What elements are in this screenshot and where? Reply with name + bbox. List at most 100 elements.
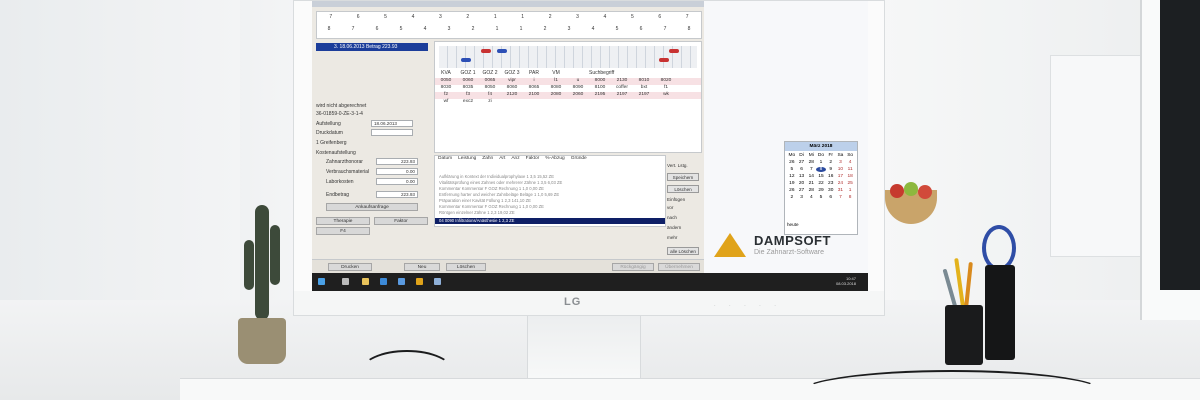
faktor-button[interactable]: Faktor	[374, 217, 428, 225]
file-explorer-icon[interactable]	[362, 278, 369, 285]
calendar-day[interactable]: 6	[826, 195, 836, 200]
code-cell[interactable]: 8000	[589, 78, 611, 85]
code-cell[interactable]: 2197	[633, 92, 655, 99]
f4-button[interactable]: F4	[316, 227, 370, 235]
code-cell[interactable]: 2060	[567, 92, 589, 99]
tooth-number[interactable]: 4	[600, 14, 610, 21]
code-cell[interactable]: 0065	[479, 78, 501, 85]
code-cell[interactable]: 8050	[479, 85, 501, 92]
therapie-button[interactable]: Therapie	[316, 217, 370, 225]
code-cell[interactable]: 8060	[501, 85, 523, 92]
calendar-day[interactable]: 28	[806, 188, 816, 193]
selected-plan-item[interactable]: 3. 18.06.2013 Betrag 223.93	[316, 43, 428, 51]
code-cell[interactable]: f1	[655, 85, 677, 92]
tooth-number[interactable]: 3	[435, 14, 445, 21]
service-row[interactable]: Röntgen einzelner Zähne 1 2,3 19,02 ZE	[435, 210, 665, 216]
calendar-today-link[interactable]: heute	[787, 222, 799, 227]
code-cell[interactable]: l1	[545, 78, 567, 85]
code-cell[interactable]: i	[523, 78, 545, 85]
tooth-number[interactable]: 2	[545, 14, 555, 21]
browser-icon[interactable]	[380, 278, 387, 285]
calendar-day[interactable]: 6	[797, 167, 807, 172]
code-cell[interactable]: 8100	[589, 85, 611, 92]
tooth-number[interactable]: 6	[636, 26, 646, 33]
alle-loeschen-button[interactable]: alle Löschen	[667, 247, 699, 255]
calendar-day[interactable]: 2	[787, 195, 797, 200]
tooth-number[interactable]: 7	[660, 26, 670, 33]
tooth-icon-strip[interactable]	[439, 46, 697, 68]
mail-icon[interactable]	[398, 278, 405, 285]
search-icon[interactable]	[342, 278, 349, 285]
uebernehmen-button[interactable]: Übernehmen	[658, 263, 700, 271]
code-cell[interactable]: 2197	[611, 92, 633, 99]
calendar-day[interactable]: 26	[787, 160, 797, 165]
tooth-number[interactable]: 3	[573, 14, 583, 21]
calendar-day[interactable]: 30	[826, 188, 836, 193]
tooth-number[interactable]: 6	[353, 14, 363, 21]
code-cell[interactable]: 0060	[457, 78, 479, 85]
calendar-day[interactable]: 16	[826, 174, 836, 179]
drucken-button[interactable]: Drucken	[328, 263, 372, 271]
calendar-day[interactable]: 7	[806, 167, 816, 172]
tooth-number[interactable]: 7	[326, 14, 336, 21]
code-cell[interactable]	[501, 99, 523, 106]
code-cell[interactable]	[611, 99, 633, 106]
tooth-number[interactable]: 2	[463, 14, 473, 21]
aufstellung-date-field[interactable]: 18.06.2013	[371, 120, 413, 127]
rueckgaengig-button[interactable]: Rückgängig	[612, 263, 654, 271]
code-cell[interactable]: 2100	[523, 92, 545, 99]
code-cell[interactable]: 0050	[435, 78, 457, 85]
calendar-day[interactable]: 17	[836, 174, 846, 179]
option-aendern-radio[interactable]: ändern	[667, 225, 681, 230]
selected-service-row[interactable]: 04 0090 Infiltrations/Anästhesie 1 2,3 Z…	[435, 218, 665, 224]
calendar-day[interactable]: 31	[836, 188, 846, 193]
tooth-number[interactable]: 6	[372, 26, 382, 33]
calendar-day[interactable]: 5	[787, 167, 797, 172]
code-cell[interactable]: 8010	[633, 78, 655, 85]
app-taskbar-icon[interactable]	[434, 278, 441, 285]
calendar-day[interactable]: 3	[797, 195, 807, 200]
calendar-day[interactable]: 26	[787, 188, 797, 193]
calendar-day[interactable]: 13	[797, 174, 807, 179]
calendar-day[interactable]: 5	[816, 195, 826, 200]
calendar-day[interactable]: 28	[806, 160, 816, 165]
tooth-number[interactable]: 4	[588, 26, 598, 33]
tooth-number[interactable]: 4	[408, 14, 418, 21]
calendar-day[interactable]: 23	[826, 181, 836, 186]
tooth-number[interactable]: 1	[492, 26, 502, 33]
tooth-number[interactable]: 5	[396, 26, 406, 33]
dampsoft-taskbar-icon[interactable]	[416, 278, 423, 285]
loeschen-bottom-button[interactable]: Löschen	[446, 263, 486, 271]
code-cell[interactable]	[655, 99, 677, 106]
location-label[interactable]: 1 Greifenberg	[316, 140, 347, 146]
code-cell[interactable]: coffer	[611, 85, 633, 92]
calendar-day[interactable]: 15	[816, 174, 826, 179]
not-billed-checkbox-label[interactable]: wird nicht abgerechnet	[316, 103, 366, 109]
code-cell[interactable]	[589, 99, 611, 106]
tooth-number[interactable]: 4	[420, 26, 430, 33]
calendar-day[interactable]: 8	[845, 195, 855, 200]
calendar-day[interactable]: 27	[797, 188, 807, 193]
option-nach-radio[interactable]: nach	[667, 215, 677, 220]
code-cell[interactable]: f2	[435, 92, 457, 99]
code-cell[interactable]: f3	[457, 92, 479, 99]
calendar-day[interactable]: 7	[836, 195, 846, 200]
tooth-number[interactable]: 3	[444, 26, 454, 33]
tooth-number[interactable]: 1	[516, 26, 526, 33]
code-cell[interactable]	[523, 99, 545, 106]
tooth-number[interactable]: 2	[468, 26, 478, 33]
start-icon[interactable]	[318, 278, 325, 285]
code-cell[interactable]: f4	[479, 92, 501, 99]
loeschen-button[interactable]: Löschen	[667, 185, 699, 193]
code-cell[interactable]: exc2	[457, 99, 479, 106]
calendar-day[interactable]: 1	[845, 188, 855, 193]
option-vor-radio[interactable]: vor	[667, 205, 673, 210]
calendar-day[interactable]: 18	[845, 174, 855, 179]
code-cell[interactable]: bxt	[633, 85, 655, 92]
tooth-number[interactable]: 7	[682, 14, 692, 21]
tooth-number[interactable]: 8	[684, 26, 694, 33]
calendar-day[interactable]: 1	[816, 160, 826, 165]
code-cell[interactable]: 2130	[611, 78, 633, 85]
code-cell[interactable]: 2195	[589, 92, 611, 99]
tooth-number[interactable]: 7	[348, 26, 358, 33]
